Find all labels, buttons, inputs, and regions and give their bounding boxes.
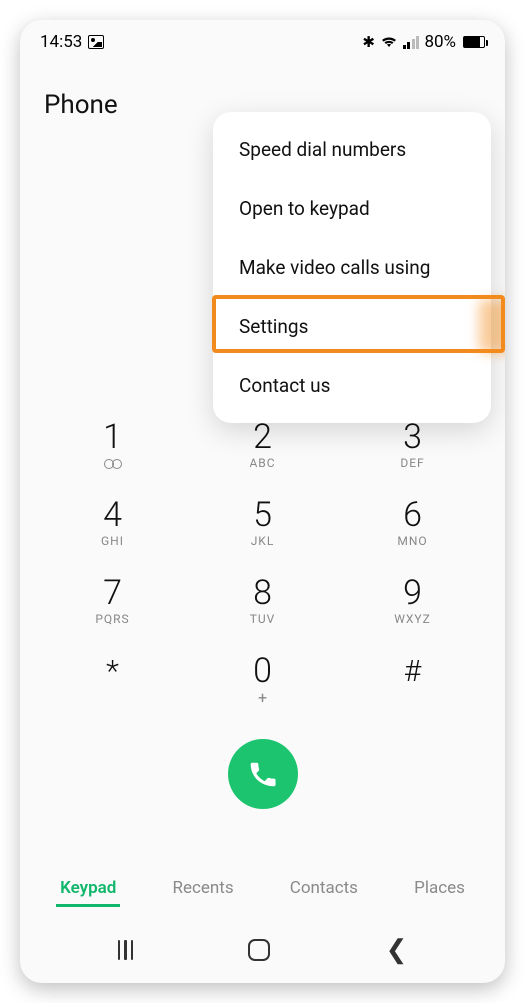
menu-item-settings[interactable]: Settings [213, 297, 491, 356]
key-5-sub: JKL [223, 534, 303, 548]
key-4[interactable]: 4 GHI [73, 498, 153, 548]
tab-recents[interactable]: Recents [169, 872, 238, 907]
key-3-sub: DEF [373, 456, 453, 470]
key-5-digit: 5 [223, 498, 303, 532]
battery-pct: 80% [424, 32, 456, 52]
bluetooth-icon: ✱ [362, 33, 375, 51]
nav-recents-button[interactable] [118, 940, 134, 960]
key-6-sub: MNO [373, 534, 453, 548]
status-time: 14:53 [40, 32, 82, 52]
key-8[interactable]: 8 TUV [223, 576, 303, 626]
phone-icon [247, 758, 279, 790]
key-9[interactable]: 9 WXYZ [373, 576, 453, 626]
key-8-sub: TUV [223, 612, 303, 626]
key-7[interactable]: 7 PQRS [73, 576, 153, 626]
key-1[interactable]: 1 [73, 420, 153, 470]
signal-icon [403, 35, 420, 49]
call-button[interactable] [228, 739, 298, 809]
menu-item-settings-label: Settings [239, 315, 308, 338]
key-7-digit: 7 [73, 576, 153, 610]
key-star[interactable]: * [73, 654, 153, 707]
key-7-sub: PQRS [73, 612, 153, 626]
key-1-digit: 1 [73, 420, 153, 454]
key-star-digit: * [73, 654, 153, 689]
highlight-glow [479, 299, 505, 353]
gallery-icon [88, 35, 104, 49]
nav-home-button[interactable] [248, 939, 270, 961]
key-hash-digit: # [373, 654, 453, 689]
key-6[interactable]: 6 MNO [373, 498, 453, 548]
key-hash[interactable]: # [373, 654, 453, 707]
menu-item-video-calls[interactable]: Make video calls using [213, 238, 491, 297]
key-3[interactable]: 3 DEF [373, 420, 453, 470]
content-area: Speed dial numbers Open to keypad Make v… [20, 130, 505, 844]
key-3-digit: 3 [373, 420, 453, 454]
wifi-icon [380, 33, 398, 52]
voicemail-icon [73, 456, 153, 470]
key-6-digit: 6 [373, 498, 453, 532]
phone-frame: 14:53 ✱ 80% Phone Speed dial numbers Ope… [20, 20, 505, 983]
key-5[interactable]: 5 JKL [223, 498, 303, 548]
key-4-sub: GHI [73, 534, 153, 548]
battery-icon [463, 36, 485, 48]
keypad: 1 2 ABC 3 DEF 4 GHI 5 J [20, 420, 505, 809]
menu-item-contact-us[interactable]: Contact us [213, 356, 491, 415]
key-0-digit: 0 [223, 654, 303, 688]
key-2-digit: 2 [223, 420, 303, 454]
key-2-sub: ABC [223, 456, 303, 470]
key-0[interactable]: 0 + [223, 654, 303, 707]
tab-keypad[interactable]: Keypad [56, 872, 120, 907]
overflow-menu: Speed dial numbers Open to keypad Make v… [213, 112, 491, 423]
menu-item-speed-dial[interactable]: Speed dial numbers [213, 120, 491, 179]
key-9-sub: WXYZ [373, 612, 453, 626]
tab-places[interactable]: Places [410, 872, 469, 907]
tab-contacts[interactable]: Contacts [286, 872, 362, 907]
key-0-sub: + [223, 688, 303, 707]
nav-back-button[interactable]: ❮ [386, 935, 408, 965]
key-8-digit: 8 [223, 576, 303, 610]
status-bar: 14:53 ✱ 80% [20, 20, 505, 64]
key-4-digit: 4 [73, 498, 153, 532]
system-nav-bar: ❮ [20, 919, 505, 983]
key-9-digit: 9 [373, 576, 453, 610]
bottom-tabs: Keypad Recents Contacts Places [20, 844, 505, 919]
key-2[interactable]: 2 ABC [223, 420, 303, 470]
menu-item-open-keypad[interactable]: Open to keypad [213, 179, 491, 238]
